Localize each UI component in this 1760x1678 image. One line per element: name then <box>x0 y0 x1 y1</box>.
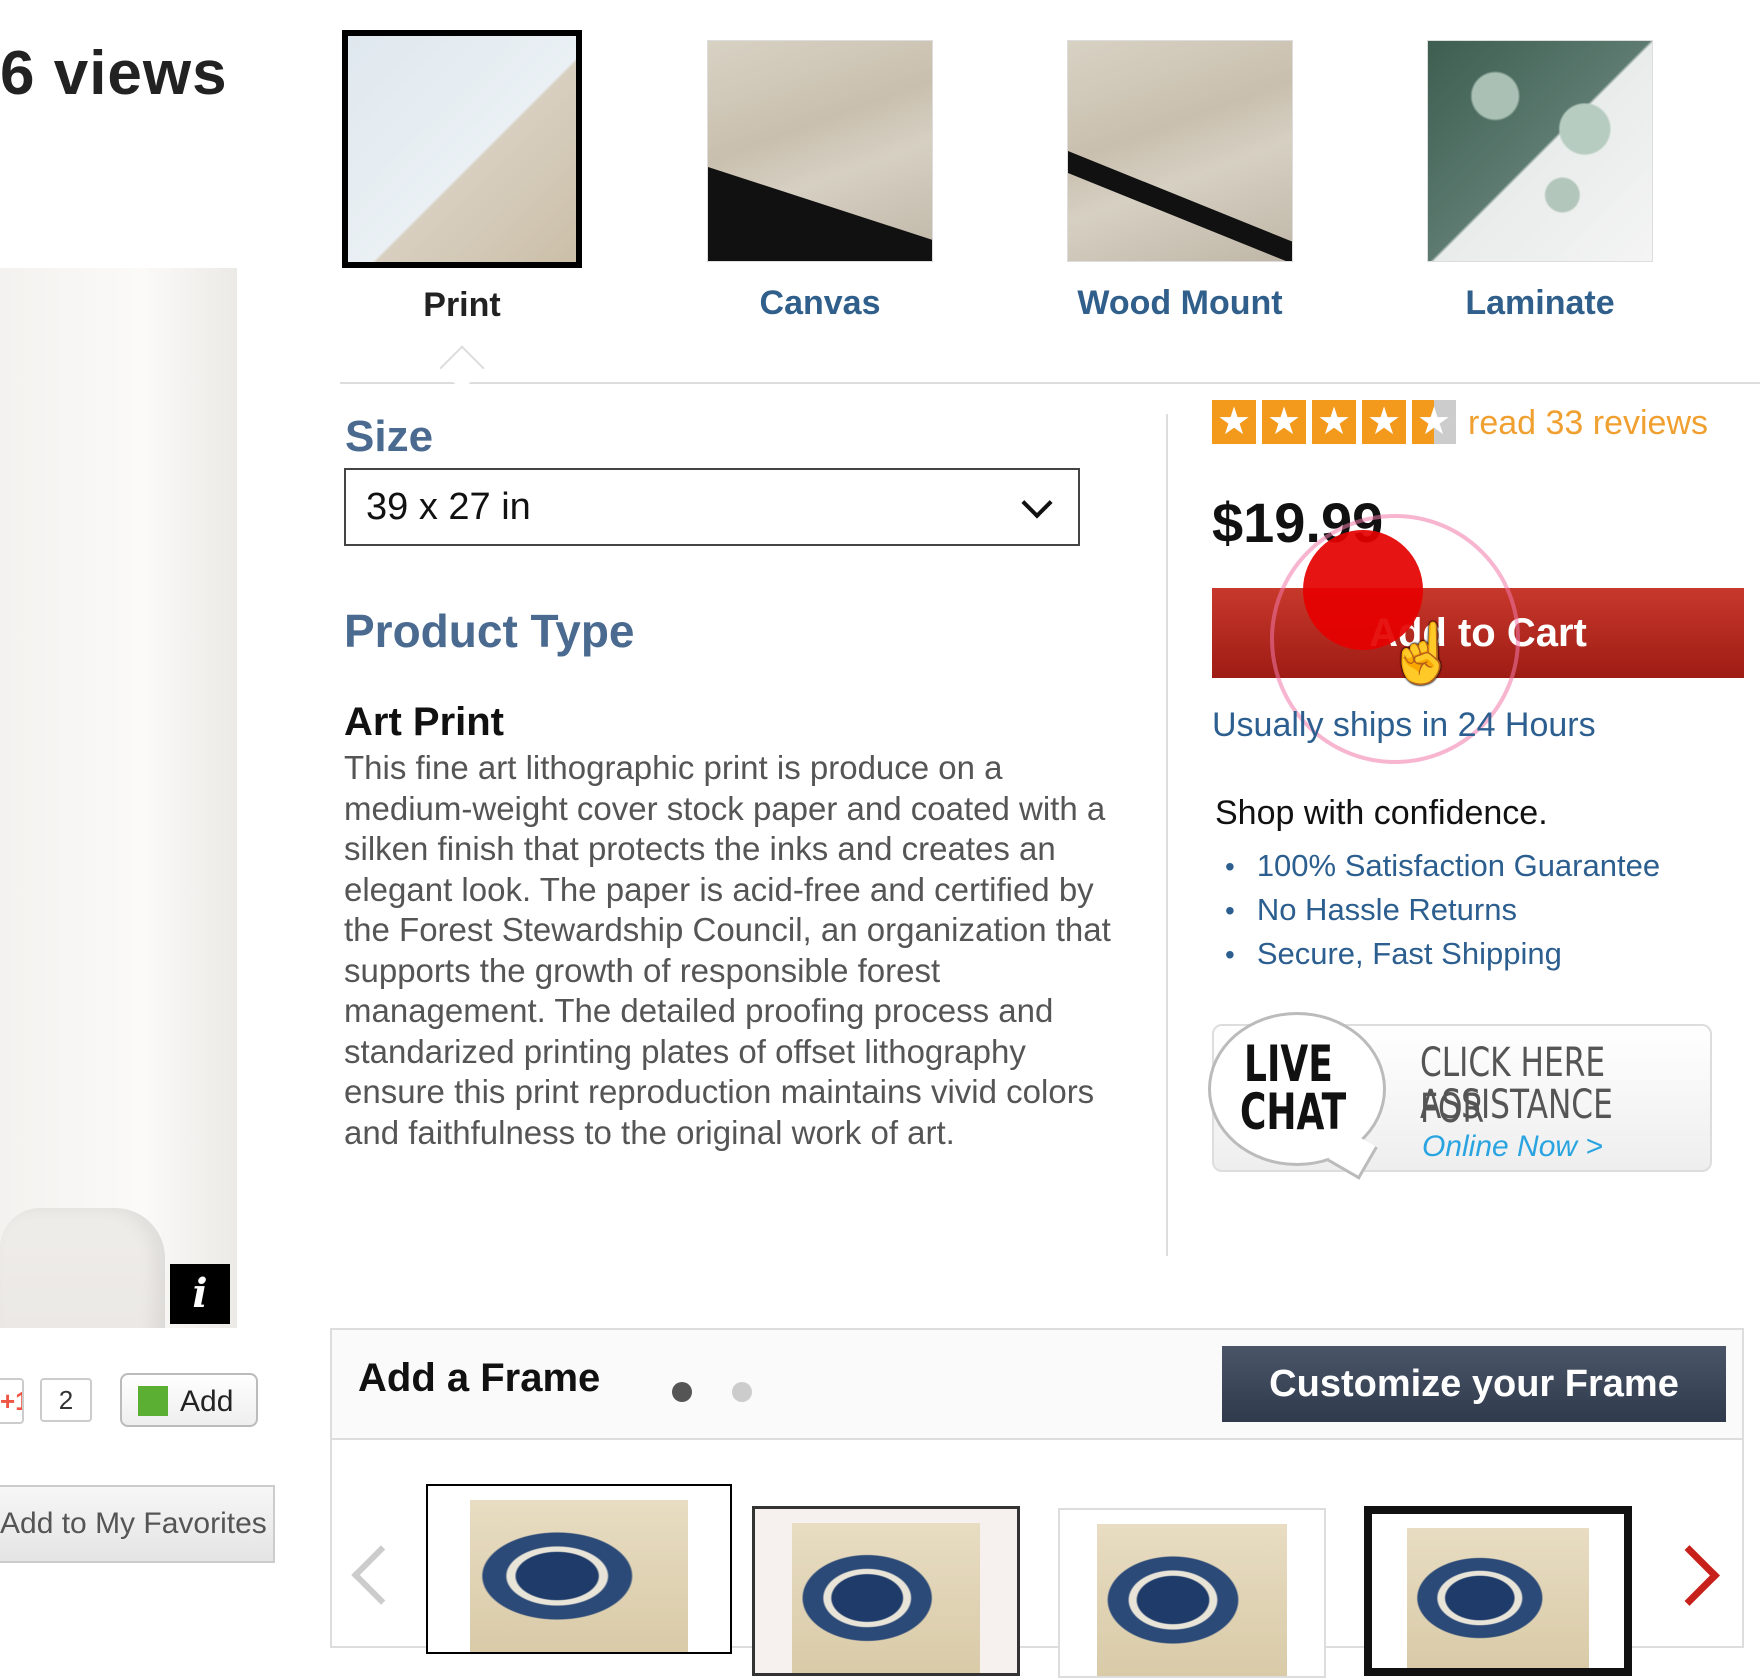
frame-option[interactable] <box>1364 1506 1632 1676</box>
star-icon: ★ <box>1312 400 1356 444</box>
size-label: Size <box>345 412 434 461</box>
carousel-dot-active[interactable] <box>672 1382 692 1402</box>
star-rating[interactable]: ★ ★ ★ ★ ★ <box>1212 400 1462 444</box>
tab-laminate[interactable]: Laminate <box>1420 40 1660 323</box>
assistance-line2: ASSISTANCE <box>1420 1082 1613 1128</box>
frame-option-artwork <box>470 1500 688 1652</box>
houzz-icon <box>138 1386 168 1416</box>
plus-one-count: 2 <box>40 1378 92 1422</box>
tab-wood-mount[interactable]: Wood Mount <box>1060 40 1300 323</box>
product-type-name: Art Print <box>344 700 504 744</box>
star-icon: ★ <box>1362 400 1406 444</box>
add-button-label: Add <box>180 1385 234 1418</box>
google-plus-one-button[interactable]: +1 <box>0 1378 24 1424</box>
confidence-list: 100% Satisfaction Guarantee No Hassle Re… <box>1225 844 1660 976</box>
online-now-link[interactable]: Online Now > <box>1422 1130 1603 1164</box>
houzz-add-button[interactable]: Add <box>120 1373 258 1427</box>
shipping-note: Usually ships in 24 Hours <box>1212 706 1596 744</box>
frame-option-artwork <box>791 1523 981 1673</box>
laminate-thumbnail <box>1427 40 1653 262</box>
add-frame-panel: Add a Frame Customize your Frame <box>330 1328 1744 1678</box>
size-value: 39 x 27 in <box>366 486 531 528</box>
canvas-thumbnail <box>707 40 933 262</box>
tab-print[interactable]: Print <box>342 30 582 325</box>
frame-option-artwork <box>1096 1524 1288 1676</box>
frame-panel-header: Add a Frame Customize your Frame <box>332 1330 1742 1440</box>
tab-divider <box>340 382 1760 384</box>
chevron-down-icon <box>1021 487 1053 519</box>
customize-frame-button[interactable]: Customize your Frame <box>1222 1346 1726 1422</box>
live-chat-line2: CHAT <box>1240 1083 1347 1141</box>
size-select[interactable]: 39 x 27 in <box>344 468 1080 546</box>
frame-option[interactable] <box>1058 1508 1326 1678</box>
product-type-description: This fine art lithographic print is prod… <box>344 749 1111 1151</box>
tab-print-label: Print <box>423 286 501 324</box>
info-icon[interactable]: i <box>170 1264 230 1324</box>
tab-canvas[interactable]: Canvas <box>700 40 940 323</box>
live-chat-banner[interactable]: LIVE CHAT CLICK HERE FOR ASSISTANCE Onli… <box>1208 1012 1712 1180</box>
wood-mount-thumbnail <box>1067 40 1293 262</box>
hand-cursor-icon: ☝ <box>1386 621 1459 686</box>
add-frame-title: Add a Frame <box>358 1356 601 1400</box>
half-star-icon: ★ <box>1412 400 1456 444</box>
reviews-link[interactable]: read 33 reviews <box>1468 404 1708 443</box>
star-icon: ★ <box>1262 400 1306 444</box>
carousel-dot[interactable] <box>732 1382 752 1402</box>
confidence-item-guarantee[interactable]: 100% Satisfaction Guarantee <box>1225 844 1660 888</box>
confidence-item-shipping[interactable]: Secure, Fast Shipping <box>1225 932 1660 976</box>
confidence-item-returns[interactable]: No Hassle Returns <box>1225 888 1660 932</box>
tab-laminate-label: Laminate <box>1465 284 1615 322</box>
carousel-prev-arrow-icon[interactable] <box>351 1545 411 1605</box>
print-thumbnail <box>342 30 582 268</box>
sofa-arm-image <box>0 1208 165 1328</box>
confidence-title: Shop with confidence. <box>1215 794 1548 832</box>
tab-wood-mount-label: Wood Mount <box>1077 284 1283 322</box>
carousel-next-arrow-icon[interactable] <box>1659 1545 1720 1606</box>
view-count: 6 views <box>0 39 228 108</box>
product-type-heading: Product Type <box>344 605 635 657</box>
frame-option[interactable] <box>752 1506 1020 1676</box>
add-to-favorites-button[interactable]: Add to My Favorites <box>0 1485 275 1563</box>
column-divider <box>1166 414 1168 1256</box>
star-icon: ★ <box>1212 400 1256 444</box>
artwork-room-preview[interactable] <box>0 268 237 1328</box>
tab-canvas-label: Canvas <box>759 284 881 322</box>
frame-option[interactable] <box>426 1484 732 1654</box>
frame-option-artwork <box>1407 1528 1589 1668</box>
